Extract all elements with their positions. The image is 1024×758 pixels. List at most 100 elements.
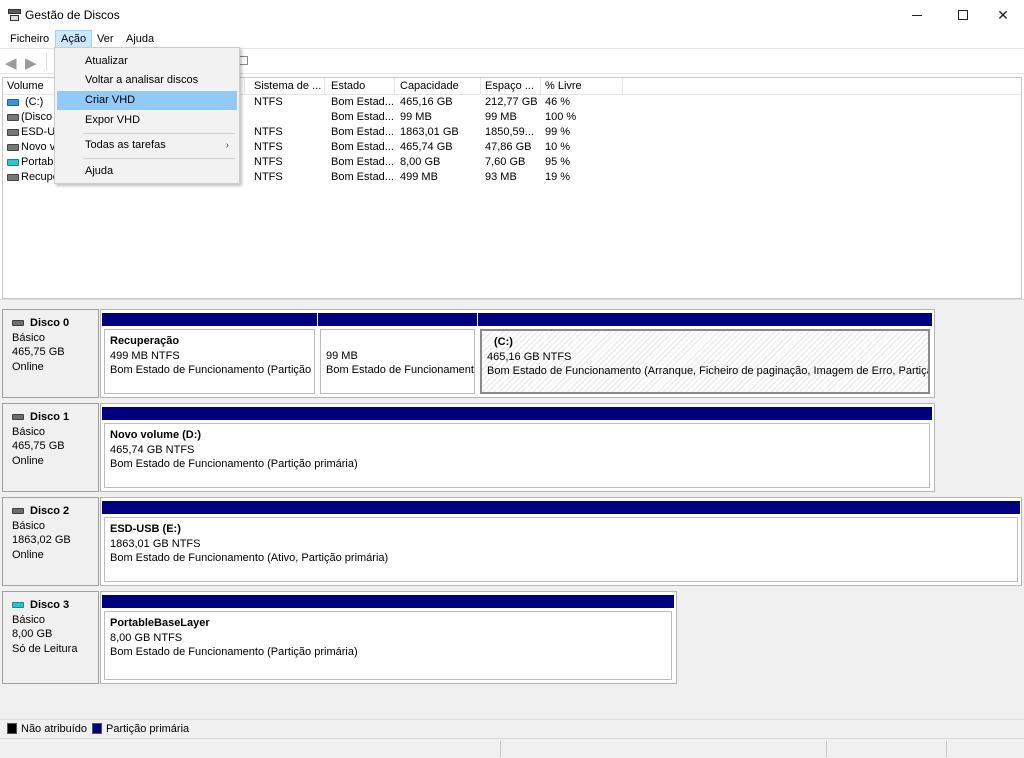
disk-size: 8,00 GB	[12, 628, 53, 640]
disk-state: Online	[12, 548, 44, 561]
partition-bar	[102, 407, 932, 420]
disk-name: Disco 0	[30, 317, 70, 329]
cell-free-space: 47,86 GB	[485, 141, 532, 153]
menu-item-atualizar[interactable]: Atualizar	[57, 52, 237, 71]
partition-d[interactable]: Novo volume (D:) 465,74 GB NTFS Bom Esta…	[102, 407, 932, 490]
forward-arrow-icon[interactable]: ▶	[25, 54, 37, 72]
disk-1-info[interactable]: Disco 1 Básico 465,75 GB Online	[2, 403, 99, 492]
disk-type: Básico	[12, 519, 46, 532]
menu-ficheiro[interactable]: Ficheiro	[5, 30, 54, 48]
partition-recovery[interactable]: Recuperação 499 MB NTFS Bom Estado de Fu…	[102, 313, 317, 396]
menu-ajuda[interactable]: Ajuda	[121, 30, 159, 48]
partition-body: 99 MB Bom Estado de Funcionamento	[320, 329, 475, 394]
window-title: Gestão de Discos	[25, 8, 120, 22]
cell-volume: Portabl	[21, 156, 56, 168]
volume-icon	[7, 99, 19, 106]
disk-management-icon	[8, 9, 21, 21]
cell-percent-free: 100 %	[545, 111, 577, 123]
partition-body: PortableBaseLayer 8,00 GB NTFS Bom Estad…	[104, 611, 672, 680]
partition-size: 1863,01 GB NTFS	[110, 537, 201, 550]
disk-3-info[interactable]: Disco 3 Básico 8,00 GB Só de Leitura	[2, 591, 99, 684]
disk-3-partitions: PortableBaseLayer 8,00 GB NTFS Bom Estad…	[100, 591, 677, 684]
partition-size: 8,00 GB NTFS	[110, 631, 183, 644]
cell-free-space: 7,60 GB	[485, 156, 526, 168]
partition-size: 465,16 GB NTFS	[487, 350, 572, 363]
menu-item-criar-vhd[interactable]: Criar VHD	[57, 91, 237, 110]
menu-item-voltar-analisar[interactable]: Voltar a analisar discos	[57, 71, 237, 90]
menu-bar: Ficheiro Ação Ver Ajuda	[0, 30, 1024, 48]
partition-bar	[478, 313, 932, 326]
column-header-filesystem[interactable]: Sistema de ...	[250, 78, 325, 95]
column-header-status[interactable]: Estado	[327, 78, 395, 95]
status-divider	[500, 741, 501, 757]
partition-status: Bom Estado de Funcionamento (Partição C	[110, 364, 315, 376]
column-header-free-space[interactable]: Espaço ...	[481, 78, 541, 95]
cell-status: Bom Estad...	[331, 111, 394, 123]
column-header-percent-free[interactable]: % Livre	[541, 78, 623, 95]
cell-filesystem: NTFS	[254, 96, 283, 108]
partition-body-selected: (C:) 465,16 GB NTFS Bom Estado de Funcio…	[480, 329, 930, 394]
disk-icon	[12, 508, 24, 515]
disk-icon	[12, 414, 24, 421]
partition-e[interactable]: ESD-USB (E:) 1863,01 GB NTFS Bom Estado …	[102, 501, 1020, 584]
partition-portable[interactable]: PortableBaseLayer 8,00 GB NTFS Bom Estad…	[102, 595, 674, 682]
disk-icon	[12, 602, 24, 609]
status-divider	[946, 741, 947, 757]
title-bar: Gestão de Discos ✕	[0, 0, 1024, 30]
partition-bar	[102, 313, 317, 326]
disk-0-info[interactable]: Disco 0 Básico 465,75 GB Online	[2, 309, 99, 398]
properties-icon[interactable]	[239, 56, 248, 65]
cell-filesystem: NTFS	[254, 171, 283, 183]
disk-state: Online	[12, 360, 44, 373]
legend: Não atribuído Partição primária	[0, 719, 1024, 738]
cell-free-space: 1850,59...	[485, 126, 534, 138]
partition-bar	[102, 595, 674, 608]
close-button[interactable]: ✕	[980, 0, 1024, 30]
disk-2-info[interactable]: Disco 2 Básico 1863,02 GB Online	[2, 497, 99, 586]
cell-percent-free: 95 %	[545, 156, 571, 168]
partition-status: Bom Estado de Funcionamento (Partição pr…	[110, 646, 358, 658]
disk-size: 465,75 GB	[12, 440, 65, 452]
partition-status: Bom Estado de Funcionamento (Arranque, F…	[487, 365, 930, 377]
menu-acao[interactable]: Ação	[55, 30, 93, 48]
cell-capacity: 465,74 GB	[400, 141, 453, 153]
cell-free-space: 99 MB	[485, 111, 517, 123]
disk-name: Disco 3	[30, 599, 70, 611]
pane-splitter[interactable]	[0, 299, 1024, 307]
cell-status: Bom Estad...	[331, 96, 394, 108]
cell-capacity: 99 MB	[400, 111, 432, 123]
back-arrow-icon[interactable]: ◀	[5, 54, 17, 72]
disk-0-partitions: Recuperação 499 MB NTFS Bom Estado de Fu…	[100, 309, 935, 398]
action-menu-dropdown: Atualizar Voltar a analisar discos Criar…	[54, 47, 240, 184]
cell-status: Bom Estad...	[331, 156, 394, 168]
cell-capacity: 8,00 GB	[400, 156, 441, 168]
cell-volume: Novo v	[21, 141, 56, 153]
partition-status: Bom Estado de Funcionamento (Partição pr…	[110, 458, 358, 470]
partition-title: Novo volume (D:)	[110, 429, 202, 441]
disk-type: Básico	[12, 425, 46, 438]
menu-item-expor-vhd[interactable]: Expor VHD	[57, 111, 237, 130]
cell-status: Bom Estad...	[331, 171, 394, 183]
minimize-button[interactable]	[894, 0, 940, 30]
legend-unallocated: Não atribuído	[21, 723, 88, 735]
cell-percent-free: 46 %	[545, 96, 571, 108]
menu-item-todas-tarefas[interactable]: Todas as tarefas ›	[57, 136, 237, 155]
partition-efi[interactable]: 99 MB Bom Estado de Funcionamento	[318, 313, 477, 396]
cell-status: Bom Estad...	[331, 141, 394, 153]
submenu-arrow-icon: ›	[225, 140, 229, 151]
cell-volume: ESD-US	[21, 126, 57, 138]
close-icon: ✕	[997, 6, 1009, 23]
cell-filesystem: NTFS	[254, 141, 283, 153]
menu-item-ajuda[interactable]: Ajuda	[57, 162, 237, 181]
cell-filesystem: NTFS	[254, 126, 283, 138]
menu-ver[interactable]: Ver	[92, 30, 119, 48]
cell-volume: Recupe	[21, 171, 57, 183]
disk-state: Online	[12, 454, 44, 467]
maximize-icon	[958, 10, 968, 20]
minimize-icon	[912, 14, 922, 16]
partition-c[interactable]: (C:) 465,16 GB NTFS Bom Estado de Funcio…	[478, 313, 932, 396]
disk-type: Básico	[12, 613, 46, 626]
column-header-capacity[interactable]: Capacidade	[396, 78, 481, 95]
status-bar	[0, 738, 1024, 758]
partition-title: (C:)	[494, 336, 513, 348]
